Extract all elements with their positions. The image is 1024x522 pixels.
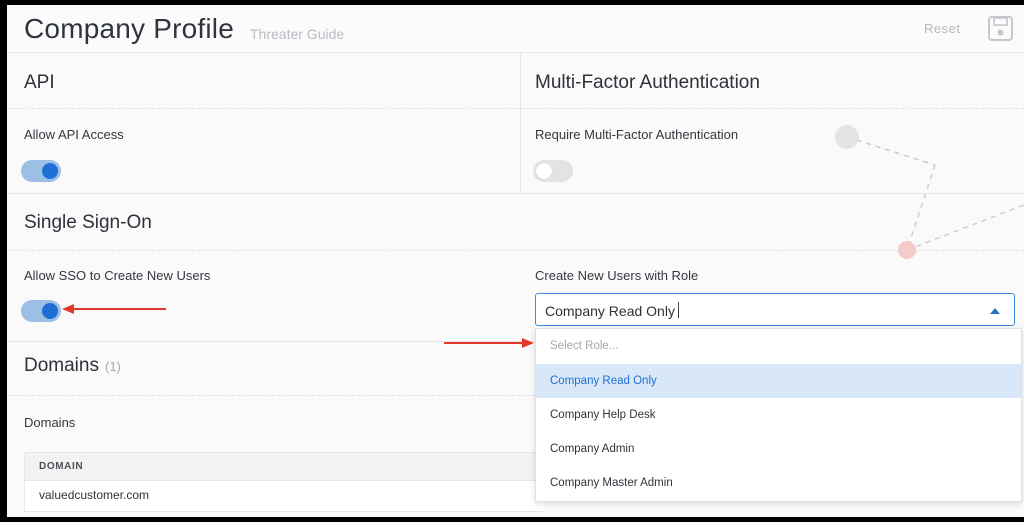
table-header: DOMAIN — [25, 453, 545, 481]
table-row[interactable]: valuedcustomer.com — [39, 488, 149, 502]
annotation-arrow-left-icon — [62, 304, 166, 314]
role-option-company-read-only[interactable]: Company Read Only — [536, 364, 1021, 398]
allow-api-access-toggle[interactable] — [21, 160, 61, 182]
sso-section-title: Single Sign-On — [24, 212, 152, 233]
require-mfa-label: Require Multi-Factor Authentication — [535, 127, 739, 142]
page-subtitle: Threater Guide — [250, 26, 345, 42]
domains-field-label: Domains — [24, 415, 76, 430]
section-divider — [7, 193, 1024, 194]
domains-title-text: Domains — [24, 355, 99, 376]
annotation-arrow-right-icon — [444, 338, 534, 348]
reset-button[interactable]: Reset — [924, 21, 960, 36]
role-dropdown-menu: Select Role... Company Read Only Company… — [535, 328, 1022, 502]
allow-api-access-label: Allow API Access — [24, 127, 124, 142]
role-select[interactable]: Company Read Only — [535, 293, 1015, 326]
page-header: Company Profile Threater Guide Reset — [7, 5, 1024, 53]
domains-table: DOMAIN valuedcustomer.com — [24, 452, 545, 512]
company-profile-page: Company Profile Threater Guide Reset API… — [7, 5, 1024, 517]
create-users-role-label: Create New Users with Role — [535, 268, 699, 283]
role-option-company-admin[interactable]: Company Admin — [536, 432, 1021, 466]
role-option-placeholder: Select Role... — [550, 340, 619, 352]
require-mfa-toggle[interactable] — [533, 160, 573, 182]
toggle-knob — [42, 163, 58, 179]
allow-sso-create-users-label: Allow SSO to Create New Users — [24, 268, 211, 283]
api-section-title: API — [24, 72, 55, 93]
save-icon[interactable] — [987, 15, 1014, 42]
toggle-knob — [42, 303, 58, 319]
page-title: Company Profile — [24, 13, 234, 44]
role-option-company-master-admin[interactable]: Company Master Admin — [536, 466, 1021, 500]
section-divider — [7, 395, 535, 396]
role-select-value: Company Read Only — [545, 303, 675, 319]
column-divider — [520, 53, 521, 193]
section-divider — [7, 250, 1024, 251]
toggle-knob — [536, 163, 552, 179]
domain-column-header: DOMAIN — [39, 461, 84, 472]
domains-count: (1) — [104, 359, 121, 374]
text-cursor — [678, 302, 679, 318]
allow-sso-create-users-toggle[interactable] — [21, 300, 61, 322]
section-divider — [7, 108, 1024, 109]
mfa-section-title: Multi-Factor Authentication — [535, 72, 760, 93]
section-divider — [7, 341, 535, 342]
role-option-company-help-desk[interactable]: Company Help Desk — [536, 398, 1021, 432]
chevron-up-icon[interactable] — [990, 307, 1000, 314]
domains-section-title: Domains (1) — [24, 355, 121, 377]
